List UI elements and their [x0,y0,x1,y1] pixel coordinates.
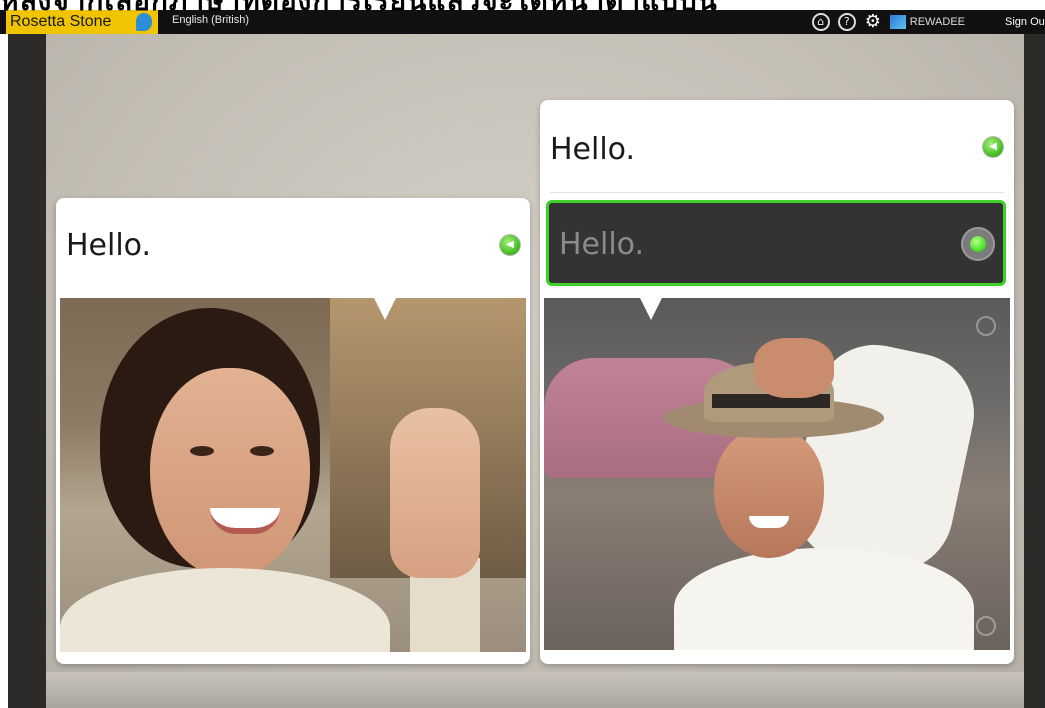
prompt-text: Hello. [550,132,636,167]
man-face [714,428,824,558]
woman-face [150,368,310,578]
woman-eye-left [190,446,214,456]
previous-icon[interactable] [976,316,996,336]
speaker-icon[interactable]: ◀ [499,234,521,256]
prompt-row: Hello. ◀ [56,198,530,298]
woman-waving-hand [390,408,480,578]
next-icon[interactable] [976,616,996,636]
speaker-icon[interactable]: ◀ [982,136,1004,158]
sign-out-link[interactable]: Sign Out [1005,16,1045,28]
answer-text: Hello. [559,227,645,262]
overlay-caption: หลังจากเลือกภาษาที่ต้องการเรียนแล้วจะได้… [0,0,1045,16]
prompt-text: Hello. [66,228,152,263]
speech-pointer [374,298,396,320]
speech-pointer [640,298,662,320]
speech-answer-box[interactable]: Hello. [546,200,1006,286]
man-shirt [674,548,974,650]
woman-blouse [60,568,390,652]
woman-eye-right [250,446,274,456]
microphone-icon[interactable] [961,227,995,261]
man-with-hat-photo [544,298,1010,650]
stage-right-border [1024,34,1045,708]
stage-bottom-band [46,672,1024,708]
woman-waving-photo [60,298,526,652]
prompt-card-right[interactable]: Hello. ◀ Hello. [540,100,1014,664]
user-name[interactable]: REWADEE [910,16,965,28]
man-smile [749,516,789,528]
user-avatar-icon [889,15,906,29]
prompt-row: Hello. ◀ [540,100,1014,200]
prompt-card-left[interactable]: Hello. ◀ [56,198,530,664]
divider [550,192,1004,193]
man-hand [754,338,834,398]
stage-left-border [8,34,46,708]
